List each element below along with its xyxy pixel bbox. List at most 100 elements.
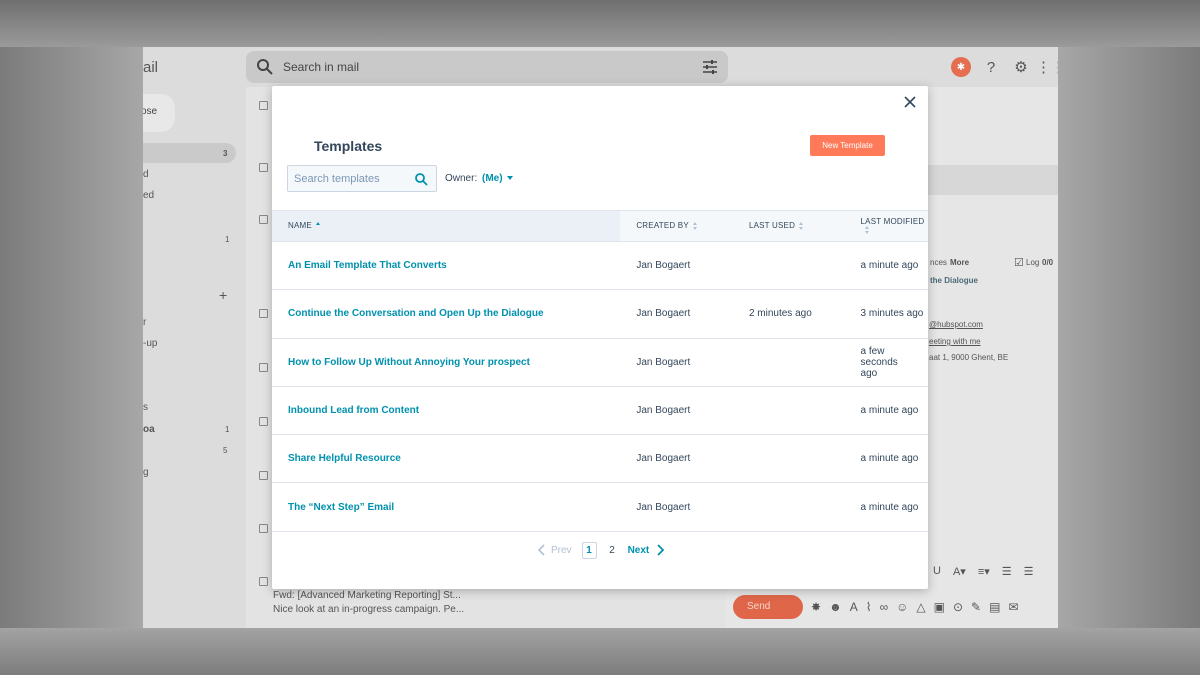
template-name-link[interactable]: Continue the Conversation and Open Up th… [272,289,621,339]
sidebar-item-count: 1 [225,425,230,434]
template-name-link[interactable]: Inbound Lead from Content [272,386,621,436]
outer-frame-top [0,0,1200,47]
text-color-icon[interactable]: A▾ [953,565,966,578]
table-row[interactable]: Inbound Lead from Content Jan Bogaert a … [272,386,928,436]
template-name-link[interactable]: An Email Template That Converts [272,241,621,291]
table-row[interactable]: The “Next Step” Email Jan Bogaert a minu… [272,482,928,532]
table-row[interactable]: Continue the Conversation and Open Up th… [272,289,928,339]
row-checkbox[interactable] [259,215,268,224]
row-checkbox[interactable] [259,577,268,586]
log-count: 0/0 [1042,258,1054,267]
message-row-bottom[interactable]: Fwd: [Advanced Marketing Reporting] St..… [273,589,464,617]
last-used-cell [732,434,845,484]
drive-icon[interactable]: △ [916,600,925,614]
search-icon [257,59,273,75]
sidebar-item-label: g [143,467,149,478]
image-icon[interactable]: ▣ [934,600,945,614]
select-all-checkbox[interactable] [259,101,268,110]
sort-ascending-icon [315,221,321,231]
last-modified-cell: a minute ago [844,241,928,291]
template-icon[interactable]: ▤ [989,600,1000,614]
column-header-label: CREATED BY [636,221,689,231]
column-header-last-modified[interactable]: LAST MODIFIED [844,210,928,242]
text-format-icon[interactable]: A [850,600,858,614]
numbered-list-icon[interactable]: ☰ [1002,565,1012,578]
sparkle-icon[interactable]: ✸ [811,600,821,614]
templates-modal: Templates New Template Owner: (Me) NAME … [272,86,928,589]
next-page-button[interactable]: Next [628,544,666,556]
row-checkbox[interactable] [259,363,268,372]
template-name-link[interactable]: The “Next Step” Email [272,482,621,532]
sidebar-item-label: r [143,317,147,328]
last-modified-cell: a few seconds ago [844,338,928,387]
table-row[interactable]: How to Follow Up Without Annoying Your p… [272,338,928,387]
table-header-row: NAME CREATED BY LAST USED LAST MODIFIED [272,210,928,242]
template-search [287,165,437,192]
log-checkbox-icon[interactable]: ☑ [1014,256,1024,269]
last-modified-cell: a minute ago [844,386,928,436]
hubspot-icon[interactable]: ✱ [951,57,971,77]
apps-grid-icon[interactable]: ⋮⋮ [1036,57,1058,77]
align-icon[interactable]: ≡▾ [978,565,990,578]
pen-icon[interactable]: ✎ [971,600,981,614]
search-icon[interactable] [414,172,428,186]
attach-icon[interactable]: ⌇ [866,600,872,614]
lock-icon[interactable]: ⊙ [953,600,963,614]
page-2-button[interactable]: 2 [605,542,620,559]
page-1-button[interactable]: 1 [581,541,597,559]
chevron-left-icon [537,544,545,556]
last-modified-cell: a minute ago [844,482,928,532]
next-label: Next [627,544,650,556]
row-checkbox[interactable] [259,309,268,318]
gmail-search-placeholder: Search in mail [283,60,360,74]
bulleted-list-icon[interactable]: ☰ [1024,565,1034,578]
mail-icon[interactable]: ✉ [1008,600,1018,614]
column-header-label: LAST USED [748,221,796,231]
sidebar-item-count: 3 [223,149,228,158]
close-icon[interactable] [902,94,918,110]
column-header-created-by[interactable]: CREATED BY [620,210,733,242]
gmail-search-bar[interactable]: Search in mail [246,51,728,83]
emoji-icon[interactable]: ☺ [896,600,908,614]
template-name-link[interactable]: How to Follow Up Without Annoying Your p… [272,338,621,387]
link-icon[interactable]: ∞ [880,600,889,614]
created-by-cell: Jan Bogaert [620,386,733,436]
sidebar-item-label: d [143,169,149,180]
sort-icon [692,221,698,231]
more-menu[interactable]: More [950,258,969,267]
chevron-down-icon[interactable] [507,176,513,180]
template-name-link[interactable]: Share Helpful Resource [272,434,621,484]
robot-icon[interactable]: ☻ [829,600,842,614]
table-row[interactable]: Share Helpful Resource Jan Bogaert a min… [272,434,928,484]
chevron-right-icon [657,544,665,556]
pagination: Prev 1 2 Next [537,540,665,560]
search-templates-input[interactable] [294,171,406,187]
table-row[interactable]: An Email Template That Converts Jan Boga… [272,241,928,291]
row-checkbox[interactable] [259,163,268,172]
compose-bottom-icons: ✸ ☻ A ⌇ ∞ ☺ △ ▣ ⊙ ✎ ▤ ✉ [811,600,1019,614]
created-by-cell: Jan Bogaert [620,482,733,532]
sort-icon [799,221,804,231]
row-checkbox[interactable] [259,524,268,533]
outer-frame-bottom [0,628,1200,675]
row-checkbox[interactable] [259,417,268,426]
column-header-last-used[interactable]: LAST USED [732,210,845,242]
last-used-cell [732,386,845,436]
help-icon[interactable]: ? [981,57,1001,77]
gmail-top-icons: ✱ ? ⚙ ⋮⋮ [951,57,1058,77]
owner-dropdown[interactable]: (Me) [482,173,503,184]
filter-options-icon[interactable] [702,59,718,75]
new-template-button[interactable]: New Template [810,135,885,156]
last-used-cell [732,241,845,291]
send-button[interactable]: Send [733,595,803,619]
sidebar-item-count: 5 [223,446,228,455]
add-label-icon[interactable]: + [219,287,227,303]
underline-icon[interactable]: U [933,565,941,578]
row-checkbox[interactable] [259,471,268,480]
message-snippet: Nice look at an in-progress campaign. Pe… [273,604,465,615]
sidebar-item-count: 1 [225,235,230,244]
gear-icon[interactable]: ⚙ [1011,57,1031,77]
column-header-name[interactable]: NAME [272,210,621,242]
email-fragment: @hubspot.com [929,320,983,329]
compose-button[interactable]: ose [143,94,175,132]
